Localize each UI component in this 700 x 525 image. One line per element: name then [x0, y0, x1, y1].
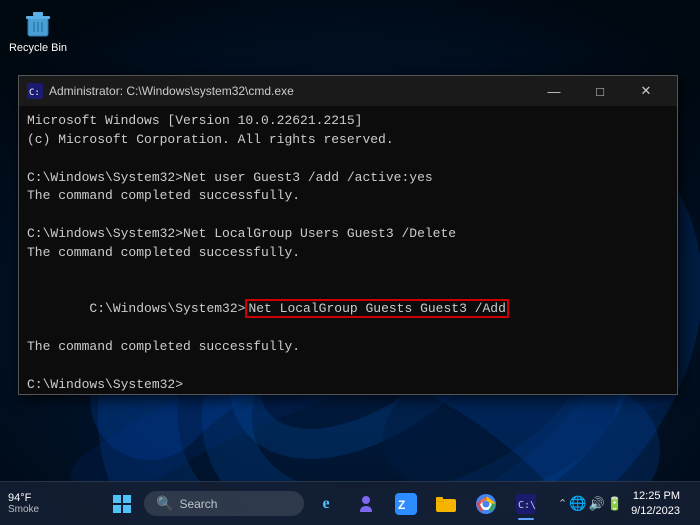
cmd-highlighted-line: C:\Windows\System32>Net LocalGroup Guest… [27, 282, 669, 339]
search-icon: 🔍 [156, 495, 173, 512]
weather-temp: 94°F [8, 492, 31, 504]
clock-date: 9/12/2023 [631, 504, 680, 518]
volume-icon[interactable]: 🔊 [589, 496, 605, 512]
maximize-button[interactable]: □ [577, 76, 623, 106]
minimize-button[interactable]: — [531, 76, 577, 106]
cmd-line-6 [27, 206, 669, 225]
svg-text:C:: C: [29, 88, 40, 98]
network-icon[interactable]: 🌐 [569, 495, 586, 512]
weather-widget[interactable]: 94°F Smoke [8, 492, 39, 515]
cmd-line-8: The command completed successfully. [27, 244, 669, 263]
cmd-highlighted-command: Net LocalGroup Guests Guest3 /Add [245, 299, 508, 318]
cmd-line-3 [27, 150, 669, 169]
cmd-prompt-prefix: C:\Windows\System32> [89, 301, 245, 316]
taskbar-left: 94°F Smoke [0, 492, 90, 515]
close-button[interactable]: ✕ [623, 76, 669, 106]
search-bar[interactable]: 🔍 Search [144, 491, 304, 516]
system-clock[interactable]: 12:25 PM 9/12/2023 [627, 489, 684, 518]
taskbar-zoom-icon[interactable]: Z [388, 486, 424, 522]
cmd-line-5: The command completed successfully. [27, 187, 669, 206]
svg-text:Z: Z [398, 498, 405, 512]
taskbar-center: 🔍 Search e Z [90, 486, 558, 522]
taskbar-right: ⌃ 🌐 🔊 🔋 12:25 PM 9/12/2023 [558, 486, 700, 522]
cmd-line-9 [27, 263, 669, 282]
show-desktop-button[interactable] [688, 486, 692, 522]
weather-description: Smoke [8, 504, 39, 515]
taskbar-edge-icon[interactable]: e [308, 486, 344, 522]
cmd-line-12 [27, 357, 669, 376]
cmd-titlebar: C: Administrator: C:\Windows\system32\cm… [19, 76, 677, 106]
cmd-window: C: Administrator: C:\Windows\system32\cm… [18, 75, 678, 395]
taskbar-teams-icon[interactable] [348, 486, 384, 522]
system-tray: ⌃ 🌐 🔊 🔋 [558, 495, 623, 512]
recycle-bin-icon [22, 8, 54, 40]
cmd-line-2: (c) Microsoft Corporation. All rights re… [27, 131, 669, 150]
tray-arrow-icon[interactable]: ⌃ [558, 497, 567, 510]
cmd-line-13: C:\Windows\System32> [27, 376, 669, 394]
svg-text:C:\: C:\ [518, 500, 536, 511]
cmd-titlebar-icon: C: [27, 83, 43, 99]
taskbar-cmd-icon[interactable]: C:\ [508, 486, 544, 522]
recycle-bin[interactable]: Recycle Bin [8, 8, 68, 55]
cmd-window-title: Administrator: C:\Windows\system32\cmd.e… [49, 84, 531, 98]
cmd-body[interactable]: Microsoft Windows [Version 10.0.22621.22… [19, 106, 677, 394]
taskbar: 94°F Smoke 🔍 Search e [0, 481, 700, 525]
desktop: Recycle Bin C: Administrator: C:\Windows… [0, 0, 700, 525]
cmd-line-4: C:\Windows\System32>Net user Guest3 /add… [27, 169, 669, 188]
cmd-line-11: The command completed successfully. [27, 338, 669, 357]
battery-icon[interactable]: 🔋 [607, 496, 623, 512]
clock-time: 12:25 PM [633, 489, 680, 503]
cmd-line-7: C:\Windows\System32>Net LocalGroup Users… [27, 225, 669, 244]
search-label: Search [179, 497, 217, 511]
taskbar-chrome-icon[interactable] [468, 486, 504, 522]
recycle-bin-label: Recycle Bin [9, 42, 67, 55]
cmd-titlebar-buttons: — □ ✕ [531, 76, 669, 106]
taskbar-file-explorer-icon[interactable] [428, 486, 464, 522]
windows-logo-icon [113, 495, 131, 513]
start-button[interactable] [104, 486, 140, 522]
cmd-line-1: Microsoft Windows [Version 10.0.22621.22… [27, 112, 669, 131]
